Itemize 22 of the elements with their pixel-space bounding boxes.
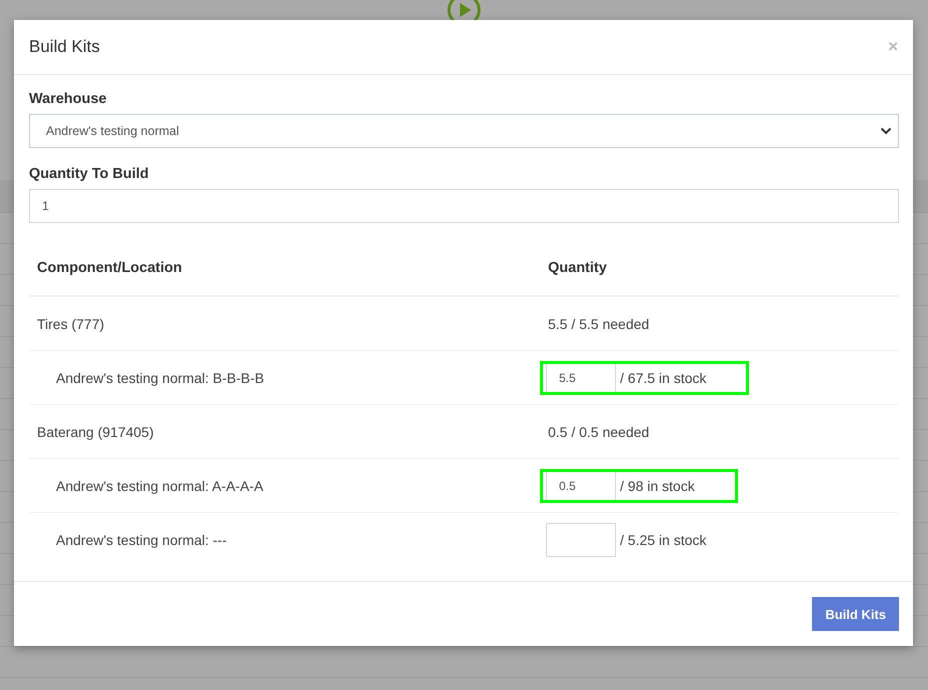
quantity-needed: 5.5 / 5.5 needed bbox=[547, 316, 650, 332]
quantity-input[interactable]: 0.5 bbox=[546, 472, 616, 500]
warehouse-label: Warehouse bbox=[29, 91, 108, 107]
dialog-title: Build Kits bbox=[29, 37, 100, 57]
location-name: Andrew's testing normal: --- bbox=[55, 532, 228, 548]
location-name: Andrew's testing normal: A-A-A-A bbox=[55, 478, 264, 494]
stock-text: / 67.5 in stock bbox=[620, 370, 706, 386]
stock-text: / 5.25 in stock bbox=[620, 532, 706, 548]
quantity-input[interactable] bbox=[546, 522, 616, 556]
chevron-down-icon bbox=[880, 127, 892, 135]
column-header: Component/Location bbox=[36, 260, 183, 276]
quantity-label: Quantity To Build bbox=[29, 166, 150, 182]
component-name: Tires (777) bbox=[36, 316, 106, 332]
component-name: Baterang (917405) bbox=[36, 424, 155, 440]
stock-text: / 98 in stock bbox=[620, 478, 695, 494]
quantity-input[interactable]: 1 bbox=[29, 189, 899, 223]
column-header: Quantity bbox=[547, 260, 608, 276]
location-name: Andrew's testing normal: B-B-B-B bbox=[55, 370, 266, 386]
quantity-input[interactable]: 5.5 bbox=[546, 364, 616, 392]
build-kits-button[interactable]: Build Kits bbox=[812, 597, 899, 631]
warehouse-select[interactable]: Andrew's testing normal bbox=[29, 114, 899, 148]
quantity-needed: 0.5 / 0.5 needed bbox=[547, 424, 650, 440]
